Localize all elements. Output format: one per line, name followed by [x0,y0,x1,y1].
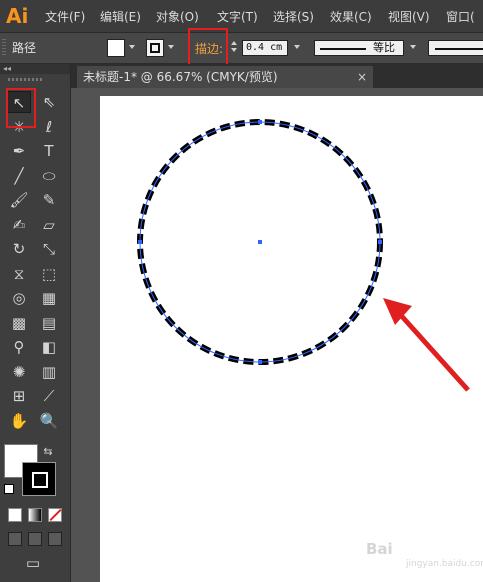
center-point [258,240,262,244]
anchor-left[interactable] [138,240,142,244]
canvas-overlay [137,119,470,392]
anchor-right[interactable] [378,240,382,244]
anchor-top[interactable] [258,120,262,124]
annotation-arrow-shaft [396,310,470,392]
watermark: Bai jingyan.baidu.com [366,540,483,569]
anchor-bottom[interactable] [258,360,262,364]
watermark-url: jingyan.baidu.com [406,559,483,569]
watermark-brand: Bai [366,540,393,558]
